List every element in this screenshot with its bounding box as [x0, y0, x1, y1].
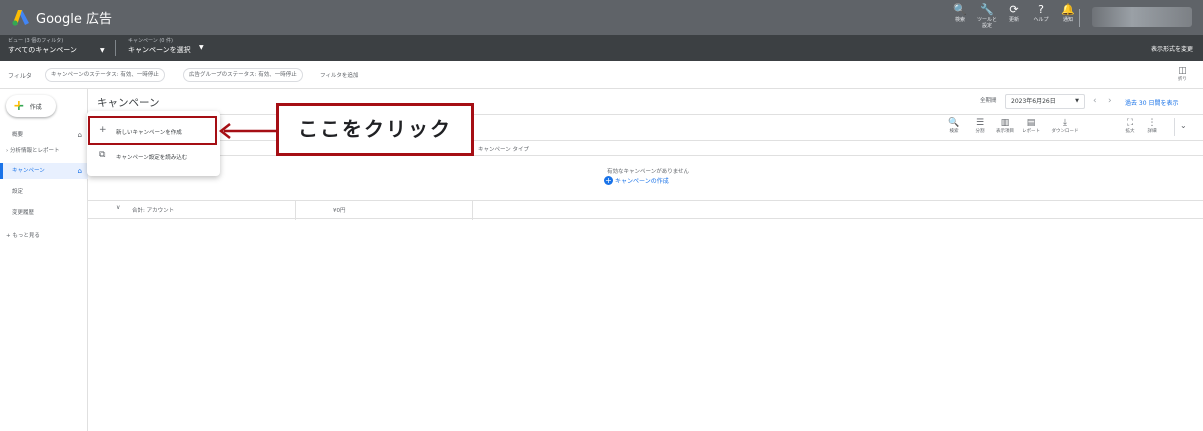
campaign-selector[interactable]: キャンペーン (0 件) キャンペーンを選択 [128, 38, 191, 56]
expand-icon[interactable]: ⛶ 拡大 [1120, 118, 1140, 135]
segment-icon[interactable]: ☰ 分割 [967, 118, 993, 135]
date-range-picker[interactable]: 2023年6月26日 ▼ [1005, 94, 1085, 109]
chevron-down-icon[interactable]: ∨ [116, 204, 120, 211]
view-separator [115, 40, 116, 56]
collapse-icon: ◫ [1178, 66, 1187, 76]
copy-icon: ⧉ [99, 150, 106, 160]
bell-icon[interactable]: 🔔 通知 [1056, 3, 1080, 29]
search-tool-icon[interactable]: 🔍 検索 [941, 118, 967, 135]
sidebar-item-insights[interactable]: › 分析情報とレポート [0, 143, 88, 159]
search-icon[interactable]: 🔍 検索 [948, 3, 972, 29]
view-dropdown-icon[interactable]: ▼ [100, 47, 105, 54]
create-button[interactable]: + 作成 [6, 95, 56, 117]
toolbar-divider [88, 114, 1203, 115]
filter-chip-adgroup-status[interactable]: 広告グループのステータス: 有効、一時停止 [183, 68, 303, 82]
display-change-link[interactable]: 表示形式を変更 [1151, 44, 1193, 53]
filter-bar: フィルタ キャンペーンのステータス: 有効、一時停止 広告グループのステータス:… [0, 61, 1203, 89]
google-ads-logo[interactable]: Google 広告 [12, 8, 112, 27]
chevron-down-icon[interactable]: ⌄ [1180, 121, 1187, 130]
home-icon: ⌂ [77, 167, 82, 175]
collapse-button[interactable]: ◫ 折り [1178, 66, 1187, 82]
total-row: ∨ 合計: アカウント ¥0円 [88, 200, 1203, 220]
empty-state-text: 有効なキャンペーンがありません [606, 169, 690, 175]
column-header-campaign-type[interactable]: キャンペーン タイプ [478, 145, 529, 153]
add-circle-icon: + [604, 176, 613, 185]
prev-period-icon[interactable]: ‹ [1093, 96, 1097, 106]
google-ads-logo-icon [12, 9, 29, 26]
campaign-dropdown-icon[interactable]: ▼ [199, 44, 204, 51]
plus-icon: + [13, 98, 25, 114]
top-app-bar: Google 広告 🔍 検索 🔧 ツールと設定 ⟳ 更新 ? ヘルプ 🔔 通知 [0, 0, 1203, 35]
sidebar-item-settings[interactable]: 設定 [0, 184, 88, 200]
account-avatar[interactable] [1092, 7, 1192, 27]
view-selector[interactable]: ビュー (3 個のフィルタ) すべてのキャンペーン [8, 38, 77, 56]
total-label: 合計: アカウント [132, 208, 175, 214]
sidebar-item-overview[interactable]: 概要 ⌂ [0, 127, 88, 143]
callout-label: ここをクリック [276, 103, 474, 156]
chevron-down-icon: ▼ [1075, 98, 1079, 104]
columns-icon[interactable]: ▥ 表示項目 [992, 118, 1018, 135]
create-campaign-link[interactable]: + キャンペーンの作成 [604, 176, 669, 185]
arrow-left-icon [218, 123, 278, 139]
total-value: ¥0円 [333, 208, 346, 214]
highlight-box [88, 116, 217, 145]
active-indicator [0, 163, 3, 179]
filter-label: フィルタ [8, 73, 32, 80]
topbar-divider [1079, 9, 1080, 27]
sidebar-item-more[interactable]: + もっと見る [0, 228, 88, 244]
refresh-icon[interactable]: ⟳ 更新 [1002, 3, 1026, 29]
help-icon[interactable]: ? ヘルプ [1029, 3, 1053, 29]
tools-icon[interactable]: 🔧 ツールと設定 [975, 3, 999, 29]
table-header-bottom [88, 155, 1203, 156]
app-title: Google 広告 [36, 12, 112, 27]
sidebar-item-history[interactable]: 変更履歴 [0, 205, 88, 221]
toolbar-separator [1174, 118, 1175, 136]
more-icon[interactable]: ⋮ 詳細 [1142, 118, 1162, 135]
download-icon[interactable]: ⤓ ダウンロード [1048, 118, 1082, 135]
report-icon[interactable]: ▤ レポート [1018, 118, 1044, 135]
date-range-label: 全期間 [980, 98, 997, 104]
sidebar: + 作成 概要 ⌂ › 分析情報とレポート キャンペーン ⌂ 設定 変更履歴 +… [0, 89, 88, 431]
view-bar: ビュー (3 個のフィルタ) すべてのキャンペーン ▼ キャンペーン (0 件)… [0, 35, 1203, 61]
next-period-icon[interactable]: › [1108, 96, 1112, 106]
filter-chip-campaign-status[interactable]: キャンペーンのステータス: 有効、一時停止 [45, 68, 165, 82]
column-separator [295, 201, 296, 220]
page-title: キャンペーン [97, 97, 160, 109]
column-separator [472, 201, 473, 220]
menu-item-load-campaign-settings[interactable]: ⧉ キャンペーン設定を読み込む [87, 145, 220, 167]
home-icon: ⌂ [77, 131, 82, 139]
sidebar-item-campaigns[interactable]: キャンペーン ⌂ [0, 163, 88, 179]
last-30-days-link[interactable]: 過去 30 日間を表示 [1125, 98, 1178, 107]
add-filter-link[interactable]: フィルタを追加 [320, 71, 358, 79]
